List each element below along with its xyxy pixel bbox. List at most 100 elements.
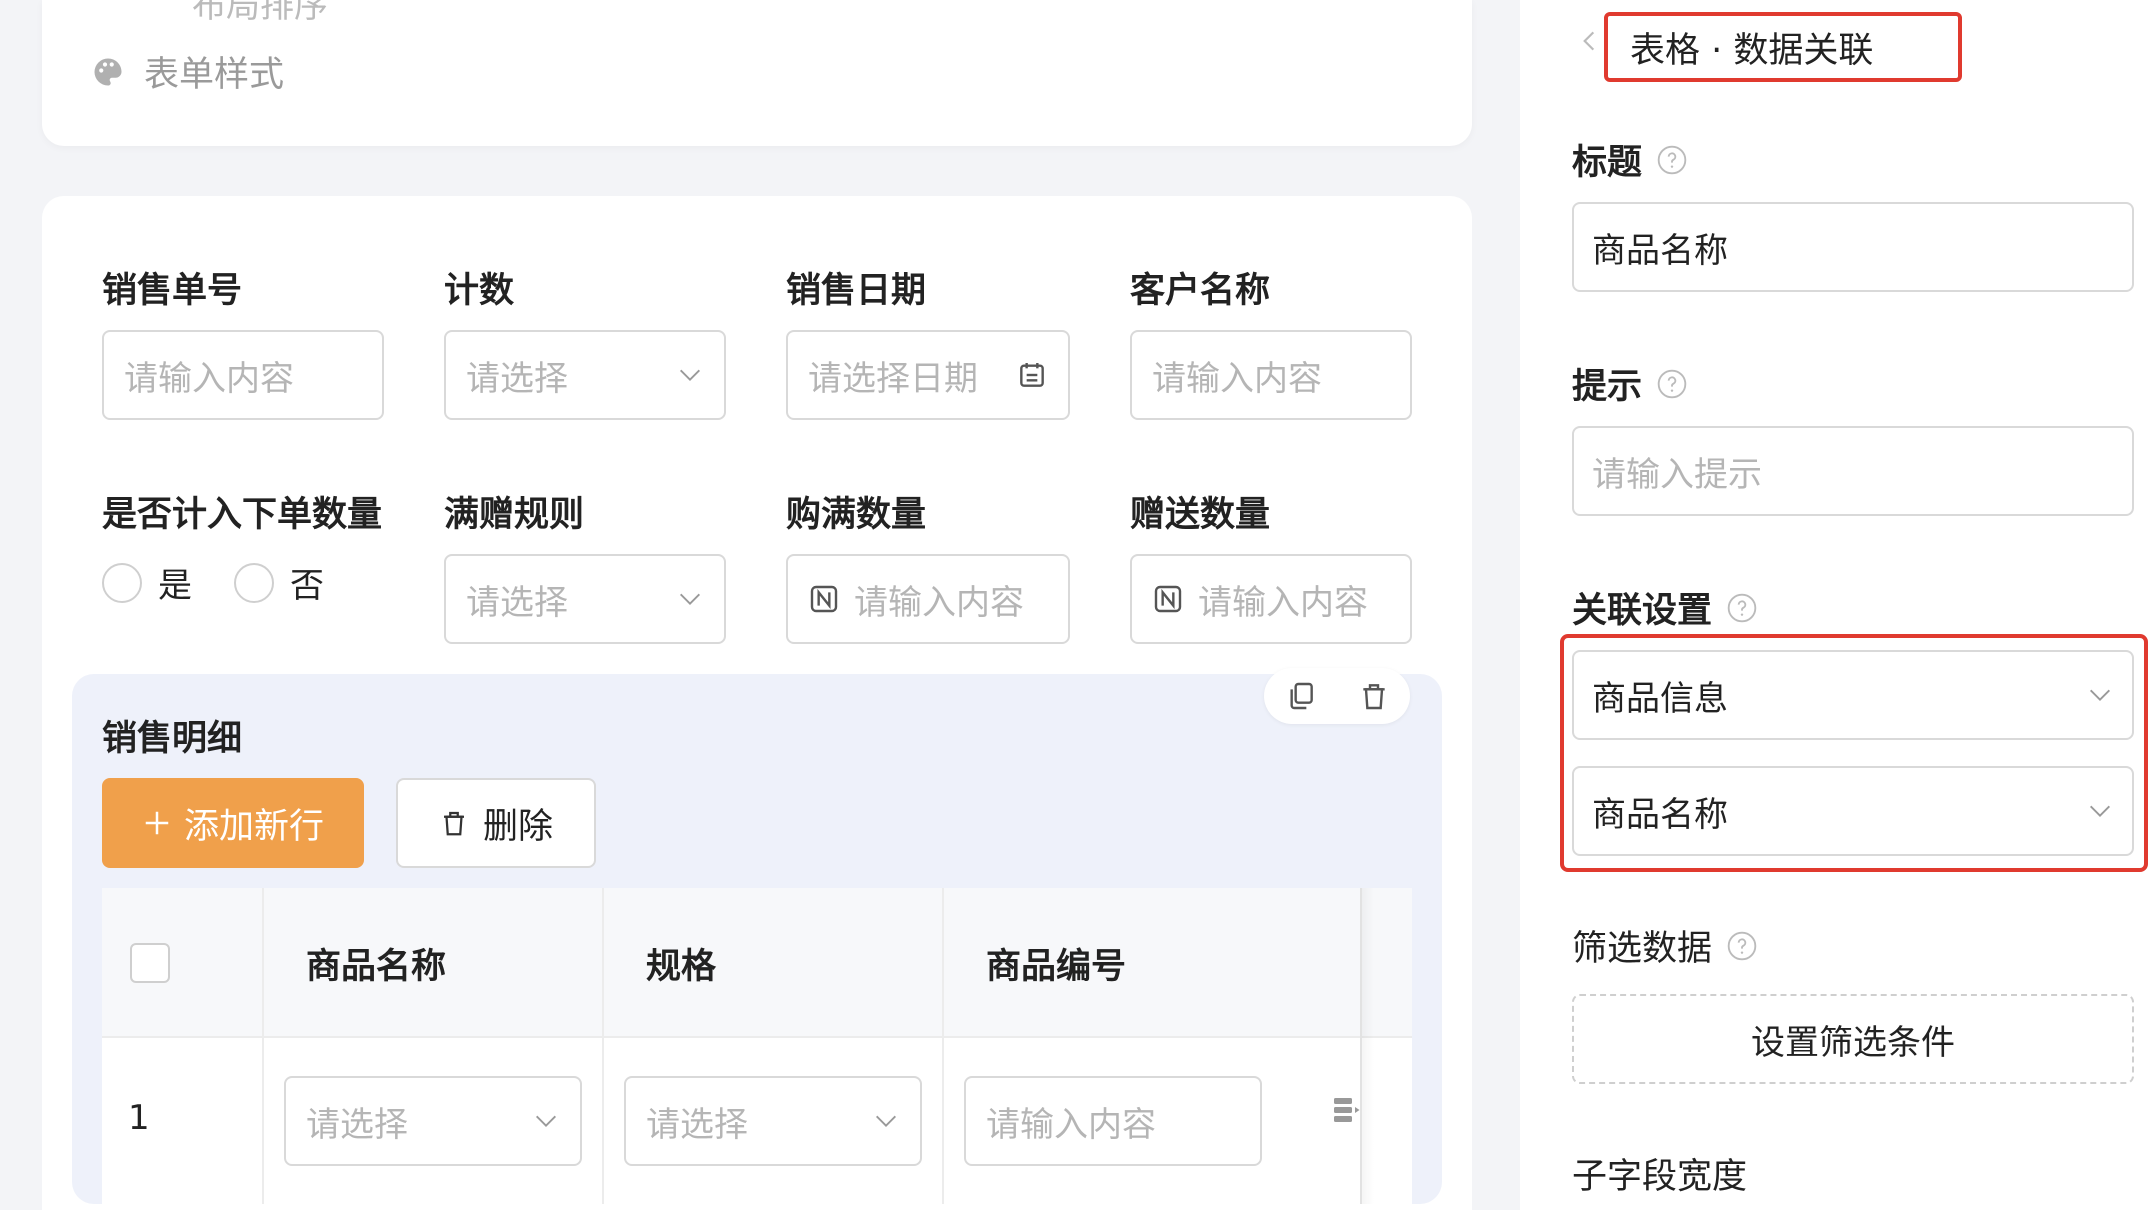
palette-icon (94, 58, 122, 85)
chevron-down-icon (2090, 805, 2110, 817)
number-icon (810, 585, 838, 613)
gift-quantity-placeholder: 请输入内容 (1198, 582, 1368, 623)
column-divider (262, 888, 264, 1204)
property-panel: 表格 · 数据关联 标题 商品名称 提示 请输入提示 关联设置 商品信息 商品名… (1520, 0, 2148, 1210)
spec-select[interactable]: 请选择 (624, 1076, 922, 1166)
column-header-product-name[interactable]: 商品名称 (306, 888, 446, 1038)
delete-row-button[interactable]: 删除 (396, 778, 596, 868)
plus-icon (145, 811, 169, 835)
title-setting-label: 标题 (1572, 134, 1688, 185)
count-select[interactable]: 请选择 (444, 330, 726, 420)
sale-number-input[interactable]: 请输入内容 (102, 330, 384, 420)
radio-yes[interactable]: 是 (102, 558, 192, 607)
layout-sort-item[interactable]: 布局排序 (192, 0, 328, 27)
product-code-input[interactable]: 请输入内容 (964, 1076, 1262, 1166)
help-icon[interactable] (1656, 144, 1688, 176)
sale-date-picker[interactable]: 请选择日期 (786, 330, 1070, 420)
count-in-order-radio-group: 是 否 (102, 558, 366, 607)
filter-data-label: 筛选数据 (1572, 920, 1758, 971)
chevron-down-icon (680, 369, 700, 381)
relation-setting-text: 关联设置 (1572, 591, 1713, 631)
hint-setting-text: 提示 (1572, 367, 1643, 407)
trash-icon (443, 811, 464, 836)
column-divider (942, 888, 944, 1204)
gift-quantity-input[interactable]: 请输入内容 (1130, 554, 1412, 644)
form-style-item[interactable]: 表单样式 (90, 46, 284, 97)
fixed-column-shadow (1360, 888, 1374, 1204)
relation-source-value: 商品信息 (1592, 678, 1728, 719)
relation-field-select[interactable]: 商品名称 (1572, 766, 2134, 856)
add-row-button[interactable]: 添加新行 (102, 778, 364, 868)
form-settings-card: 布局排序 表单样式 (42, 0, 1472, 146)
sale-number-label: 销售单号 (102, 271, 243, 311)
subtable-toolbar (1264, 668, 1410, 724)
help-icon[interactable] (1726, 930, 1758, 962)
sales-detail-title: 销售明细 (102, 719, 243, 759)
customer-name-placeholder: 请输入内容 (1152, 358, 1322, 399)
filter-data-text: 筛选数据 (1572, 929, 1713, 969)
subtable-grid: 商品名称 规格 商品编号 1 请选择 请选择 请输入内容 (102, 888, 1412, 1204)
count-label: 计数 (444, 271, 515, 311)
sale-date-label: 销售日期 (786, 271, 927, 311)
subfield-width-label: 子字段宽度 (1572, 1148, 1747, 1199)
set-filter-button[interactable]: 设置筛选条件 (1572, 994, 2134, 1084)
product-name-placeholder: 请选择 (306, 1104, 408, 1145)
set-filter-label: 设置筛选条件 (1751, 1022, 1955, 1063)
count-in-order-label: 是否计入下单数量 (102, 495, 383, 535)
chevron-down-icon (680, 593, 700, 605)
relation-setting-label: 关联设置 (1572, 582, 1758, 633)
gift-rule-placeholder: 请选择 (466, 582, 568, 623)
radio-yes-circle[interactable] (102, 562, 142, 603)
row-index: 1 (128, 1098, 150, 1138)
sale-date-placeholder: 请选择日期 (808, 358, 978, 399)
full-quantity-label: 购满数量 (786, 495, 927, 535)
full-quantity-placeholder: 请输入内容 (854, 582, 1024, 623)
add-row-label: 添加新行 (183, 806, 324, 847)
chevron-down-icon (536, 1115, 556, 1127)
chevron-down-icon (2090, 689, 2110, 701)
customer-name-label: 客户名称 (1130, 271, 1271, 311)
relation-field-value: 商品名称 (1592, 794, 1728, 835)
spec-placeholder: 请选择 (646, 1104, 748, 1145)
number-icon (1154, 585, 1182, 613)
product-code-placeholder: 请输入内容 (986, 1104, 1156, 1145)
chevron-down-icon (876, 1115, 896, 1127)
subfield-width-text: 子字段宽度 (1572, 1157, 1748, 1197)
copy-icon[interactable] (1285, 680, 1317, 712)
hint-placeholder: 请输入提示 (1592, 454, 1762, 495)
product-name-select[interactable]: 请选择 (284, 1076, 582, 1166)
help-icon[interactable] (1726, 592, 1758, 624)
column-header-spec[interactable]: 规格 (646, 888, 716, 1038)
trash-icon[interactable] (1358, 680, 1390, 712)
form-style-label: 表单样式 (144, 55, 285, 95)
select-all-checkbox[interactable] (130, 943, 170, 983)
chevron-left-icon[interactable] (1576, 26, 1602, 56)
help-icon[interactable] (1656, 368, 1688, 400)
full-quantity-input[interactable]: 请输入内容 (786, 554, 1070, 644)
panel-breadcrumb-text: 表格 · 数据关联 (1630, 30, 1874, 71)
panel-breadcrumb: 表格 · 数据关联 (1604, 12, 1962, 82)
customer-name-input[interactable]: 请输入内容 (1130, 330, 1412, 420)
table-header (102, 888, 1412, 1038)
title-setting-text: 标题 (1572, 143, 1643, 183)
relation-source-select[interactable]: 商品信息 (1572, 650, 2134, 740)
hint-input[interactable]: 请输入提示 (1572, 426, 2134, 516)
sale-number-placeholder: 请输入内容 (124, 358, 294, 399)
count-placeholder: 请选择 (466, 358, 568, 399)
delete-row-label: 删除 (482, 806, 553, 847)
title-value: 商品名称 (1592, 230, 1728, 271)
hint-setting-label: 提示 (1572, 358, 1688, 409)
column-divider (602, 888, 604, 1204)
sales-detail-subtable[interactable]: 销售明细 添加新行 删除 商品名称 规格 商品编号 1 请选择 请选择 请输入内… (72, 668, 1442, 1204)
radio-no-label: 否 (290, 566, 324, 606)
calendar-icon (1020, 363, 1044, 387)
gift-quantity-label: 赠送数量 (1130, 495, 1271, 535)
column-header-product-code[interactable]: 商品编号 (986, 888, 1126, 1038)
gift-rule-label: 满赠规则 (444, 495, 585, 535)
radio-no[interactable]: 否 (234, 558, 324, 607)
title-input[interactable]: 商品名称 (1572, 202, 2134, 292)
row-detail-icon[interactable] (1328, 1092, 1364, 1128)
gift-rule-select[interactable]: 请选择 (444, 554, 726, 644)
radio-no-circle[interactable] (234, 562, 274, 603)
radio-yes-label: 是 (158, 566, 192, 606)
